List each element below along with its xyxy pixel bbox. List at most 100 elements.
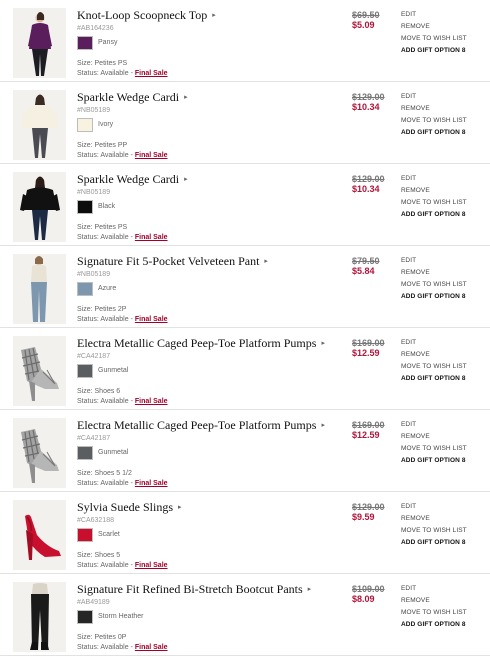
item-status: Status: Available - Final Sale <box>77 480 168 487</box>
cart-item: Sparkle Wedge Cardi ▸ #NB05189 Black Size… <box>0 164 490 246</box>
edit-link[interactable]: EDIT <box>401 91 467 103</box>
item-name-link[interactable]: Electra Metallic Caged Peep-Toe Platform… <box>77 418 316 432</box>
sale-price: $10.34 <box>352 102 380 112</box>
item-status: Status: Available - Final Sale <box>77 398 168 405</box>
move-to-wish-list-link[interactable]: MOVE TO WISH LIST <box>401 33 467 45</box>
edit-link[interactable]: EDIT <box>401 337 467 349</box>
original-price: $109.00 <box>352 584 385 594</box>
item-size: Size: Petites PS <box>77 224 128 231</box>
metallic-pump-photo[interactable] <box>13 336 66 406</box>
remove-link[interactable]: REMOVE <box>401 21 467 33</box>
item-name-link[interactable]: Electra Metallic Caged Peep-Toe Platform… <box>77 336 316 350</box>
item-status: Status: Available - Final Sale <box>77 152 168 159</box>
item-name-link[interactable]: Sparkle Wedge Cardi <box>77 172 179 186</box>
status-text: Status: Available - <box>77 152 133 159</box>
item-size: Size: Shoes 5 <box>77 552 121 559</box>
black-pants-model-photo[interactable] <box>13 582 66 652</box>
chevron-right-icon[interactable]: ▸ <box>264 257 268 265</box>
move-to-wish-list-link[interactable]: MOVE TO WISH LIST <box>401 361 467 373</box>
edit-link[interactable]: EDIT <box>401 419 467 431</box>
add-gift-option-link[interactable]: ADD GIFT OPTION 8 <box>401 619 467 631</box>
original-price: $129.00 <box>352 174 385 184</box>
final-sale-link[interactable]: Final Sale <box>135 562 168 569</box>
chevron-right-icon[interactable]: ▸ <box>321 339 325 347</box>
move-to-wish-list-link[interactable]: MOVE TO WISH LIST <box>401 443 467 455</box>
remove-link[interactable]: REMOVE <box>401 349 467 361</box>
black-cardigan-model-photo[interactable] <box>13 172 66 242</box>
color-swatch <box>77 364 93 378</box>
item-actions: EDIT REMOVE MOVE TO WISH LIST ADD GIFT O… <box>401 91 467 139</box>
add-gift-option-link[interactable]: ADD GIFT OPTION 8 <box>401 127 467 139</box>
color-name: Scarlet <box>98 531 120 538</box>
remove-link[interactable]: REMOVE <box>401 595 467 607</box>
chevron-right-icon[interactable]: ▸ <box>321 421 325 429</box>
color-swatch <box>77 282 93 296</box>
chevron-right-icon[interactable]: ▸ <box>212 11 216 19</box>
sale-price: $12.59 <box>352 430 380 440</box>
edit-link[interactable]: EDIT <box>401 583 467 595</box>
color-swatch <box>77 118 93 132</box>
item-size: Size: Shoes 6 <box>77 388 121 395</box>
add-gift-option-link[interactable]: ADD GIFT OPTION 8 <box>401 537 467 549</box>
final-sale-link[interactable]: Final Sale <box>135 644 168 651</box>
item-name-link[interactable]: Knot-Loop Scoopneck Top <box>77 8 207 22</box>
chevron-right-icon[interactable]: ▸ <box>178 503 182 511</box>
status-text: Status: Available - <box>77 398 133 405</box>
status-text: Status: Available - <box>77 644 133 651</box>
final-sale-link[interactable]: Final Sale <box>135 316 168 323</box>
item-actions: EDIT REMOVE MOVE TO WISH LIST ADD GIFT O… <box>401 173 467 221</box>
item-name-link[interactable]: Signature Fit Refined Bi-Stretch Bootcut… <box>77 582 303 596</box>
metallic-pump-photo[interactable] <box>13 418 66 488</box>
ivory-cardigan-model-photo[interactable] <box>13 90 66 160</box>
item-name-link[interactable]: Signature Fit 5-Pocket Velveteen Pant <box>77 254 259 268</box>
final-sale-link[interactable]: Final Sale <box>135 70 168 77</box>
add-gift-option-link[interactable]: ADD GIFT OPTION 8 <box>401 455 467 467</box>
item-sku: #AB164236 <box>77 25 114 32</box>
color-name: Azure <box>98 285 117 292</box>
color-swatch <box>77 200 93 214</box>
chevron-right-icon[interactable]: ▸ <box>184 175 188 183</box>
item-name: Signature Fit Refined Bi-Stretch Bootcut… <box>77 582 311 597</box>
final-sale-link[interactable]: Final Sale <box>135 234 168 241</box>
remove-link[interactable]: REMOVE <box>401 267 467 279</box>
item-size: Size: Petites PP <box>77 142 128 149</box>
move-to-wish-list-link[interactable]: MOVE TO WISH LIST <box>401 279 467 291</box>
edit-link[interactable]: EDIT <box>401 173 467 185</box>
item-size: Size: Shoes 5 1/2 <box>77 470 132 477</box>
remove-link[interactable]: REMOVE <box>401 103 467 115</box>
move-to-wish-list-link[interactable]: MOVE TO WISH LIST <box>401 197 467 209</box>
color-swatch <box>77 528 93 542</box>
add-gift-option-link[interactable]: ADD GIFT OPTION 8 <box>401 373 467 385</box>
status-text: Status: Available - <box>77 480 133 487</box>
add-gift-option-link[interactable]: ADD GIFT OPTION 8 <box>401 291 467 303</box>
item-name-link[interactable]: Sparkle Wedge Cardi <box>77 90 179 104</box>
purple-top-model-photo[interactable] <box>13 8 66 78</box>
add-gift-option-link[interactable]: ADD GIFT OPTION 8 <box>401 209 467 221</box>
final-sale-link[interactable]: Final Sale <box>135 152 168 159</box>
original-price: $129.00 <box>352 92 385 102</box>
edit-link[interactable]: EDIT <box>401 9 467 21</box>
move-to-wish-list-link[interactable]: MOVE TO WISH LIST <box>401 115 467 127</box>
item-name-link[interactable]: Sylvia Suede Slings <box>77 500 173 514</box>
add-gift-option-link[interactable]: ADD GIFT OPTION 8 <box>401 45 467 57</box>
chevron-right-icon[interactable]: ▸ <box>308 585 312 593</box>
remove-link[interactable]: REMOVE <box>401 185 467 197</box>
move-to-wish-list-link[interactable]: MOVE TO WISH LIST <box>401 607 467 619</box>
item-sku: #AB49189 <box>77 599 110 606</box>
cart-item: Electra Metallic Caged Peep-Toe Platform… <box>0 410 490 492</box>
final-sale-link[interactable]: Final Sale <box>135 480 168 487</box>
move-to-wish-list-link[interactable]: MOVE TO WISH LIST <box>401 525 467 537</box>
remove-link[interactable]: REMOVE <box>401 431 467 443</box>
edit-link[interactable]: EDIT <box>401 255 467 267</box>
final-sale-link[interactable]: Final Sale <box>135 398 168 405</box>
remove-link[interactable]: REMOVE <box>401 513 467 525</box>
color-swatch <box>77 610 93 624</box>
item-size: Size: Petites 0P <box>77 634 127 641</box>
azure-pants-model-photo[interactable] <box>13 254 66 324</box>
sale-price: $5.84 <box>352 266 375 276</box>
edit-link[interactable]: EDIT <box>401 501 467 513</box>
chevron-right-icon[interactable]: ▸ <box>184 93 188 101</box>
item-size: Size: Petites PS <box>77 60 128 67</box>
item-actions: EDIT REMOVE MOVE TO WISH LIST ADD GIFT O… <box>401 419 467 467</box>
red-slingback-photo[interactable] <box>13 500 66 570</box>
